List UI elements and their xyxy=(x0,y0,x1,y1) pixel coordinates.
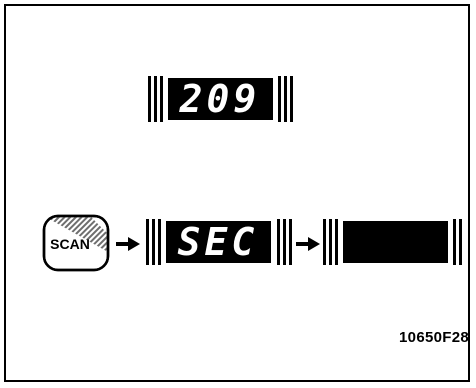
top-display-value: 209 xyxy=(179,77,261,121)
third-display xyxy=(323,215,468,271)
figure-frame xyxy=(4,4,470,382)
scan-button-label: SCAN xyxy=(50,236,90,252)
top-display: 209 xyxy=(148,72,296,128)
second-display: SEC xyxy=(146,215,296,271)
scan-button[interactable]: SCAN xyxy=(40,212,112,274)
figure-code: 10650F28 xyxy=(399,329,469,346)
arrow-right-icon xyxy=(296,236,322,257)
second-display-value: SEC xyxy=(178,220,259,264)
arrow-right-icon xyxy=(116,236,142,257)
